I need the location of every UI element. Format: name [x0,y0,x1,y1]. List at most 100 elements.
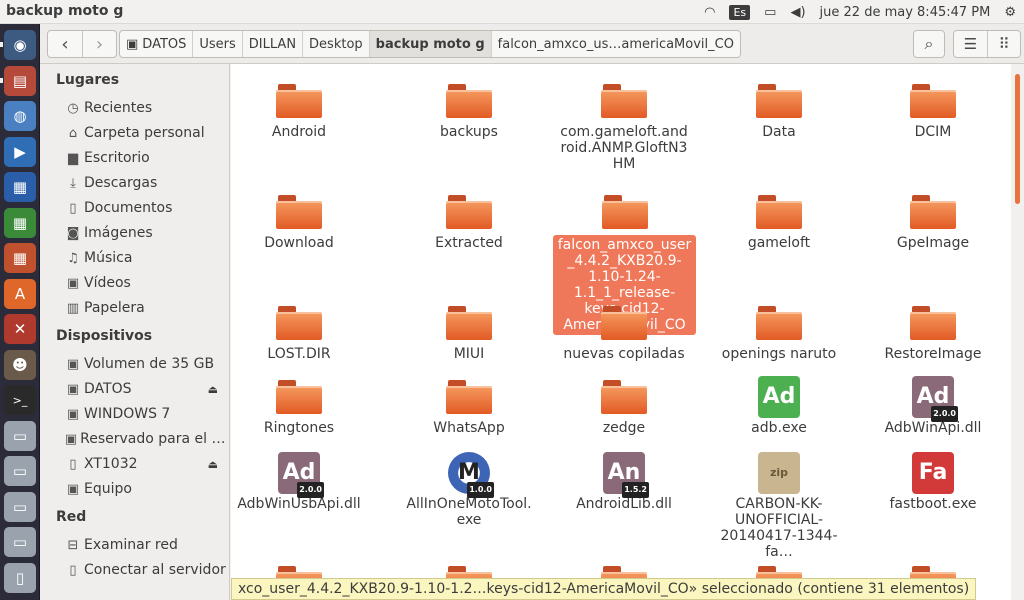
launcher-item-drive[interactable]: ▭ [4,420,36,451]
file-name: AdbWinApi.dll [884,420,982,436]
sidebar-item-label: Conectar al servidor [84,562,226,578]
sidebar-item[interactable]: ▣ Equipo [64,478,226,500]
sidebar-item-label: Equipo [84,481,132,497]
folder-item[interactable]: Ringtones [234,376,364,436]
keyboard-layout-indicator[interactable]: Es [729,4,751,20]
computer-icon: ▣ [66,481,80,497]
version-badge: 1.0.0 [467,482,494,498]
grid-view-button[interactable]: ⠿ [987,31,1020,57]
file-item[interactable]: zip CARBON-KK-UNOFFICIAL-20140417-1344-fa… [714,452,844,560]
eject-icon[interactable]: ⏏ [208,458,218,471]
file-item[interactable]: Fa fastboot.exe [868,452,998,512]
sidebar-item[interactable]: ▣ DATOS ⏏ [64,378,226,400]
version-badge: 1.5.2 [622,482,649,498]
file-name: com.gameloft.android.ANMP.GloftN3HM [560,124,688,172]
clock-icon: ◷ [67,100,79,116]
folder-item[interactable]: DCIM [868,80,998,140]
breadcrumb-item[interactable]: DILLAN [241,31,302,57]
sidebar-item[interactable]: ♫ Música [64,247,226,269]
file-item[interactable]: Ad 2.0.0 AdbWinApi.dll [868,376,998,436]
volume-icon[interactable]: ◀) [790,5,805,20]
search-button[interactable]: ⌕ [913,30,945,58]
launcher-item-calc[interactable]: ▦ [4,207,36,238]
sidebar-item[interactable]: ▣ Vídeos [64,272,226,294]
dll-icon-glyph: An 1.5.2 [603,452,649,498]
home-icon: ⌂ [68,125,78,141]
folder-item[interactable]: WhatsApp [404,376,534,436]
launcher-item-impress[interactable]: ▦ [4,243,36,273]
file-item[interactable]: M 1.0.0 AllInOneMotoTool.exe [404,452,534,528]
launcher-item-usb-drive[interactable]: ▯ [4,562,36,593]
folder-item[interactable]: nuevas copiladas [559,302,689,362]
breadcrumb-drive-icon-cell[interactable]: ▣ [120,31,140,57]
launcher-item-writer[interactable]: ▦ [4,172,36,202]
sidebar-item[interactable]: ▯ Documentos [64,197,226,219]
sidebar-item[interactable]: ▣ WINDOWS 7 [64,403,226,425]
eject-icon[interactable]: ⏏ [208,383,218,396]
folder-item[interactable]: Android [234,80,364,140]
file-item[interactable]: Ad 2.0.0 AdbWinUsbApi.dll [234,452,364,512]
launcher-item-drive[interactable]: ▭ [4,527,36,557]
folder-item[interactable]: com.gameloft.android.ANMP.GloftN3HM [559,80,689,172]
sidebar-item[interactable]: ◙ Imágenes [64,222,226,244]
launcher: ◉ ▤ ◍ ▶ ▦ ▦ ▦ A ✕ ☻ >_ ▭ ▭ ▭ ▭ ▯ [0,24,40,600]
sidebar-item[interactable]: ▯ Conectar al servidor [64,559,226,581]
launcher-item-drive[interactable]: ▭ [4,456,36,486]
breadcrumb-item[interactable]: Desktop [302,31,369,57]
launcher-item-terminal[interactable]: >_ [4,385,36,415]
file-name: Android [271,124,327,140]
folder-item[interactable]: MIUI [404,302,534,362]
calc-icon: ▦ [12,213,28,232]
folder-icon [446,80,492,120]
sidebar-item[interactable]: ⤓ Descargas [64,172,226,194]
folder-item[interactable]: RestoreImage [868,302,998,362]
folder-item[interactable]: backups [404,80,534,140]
launcher-item-gimp[interactable]: ☻ [4,349,36,380]
breadcrumb-item[interactable]: falcon_amxco_us…americaMovil_CO [490,31,740,57]
sidebar-item[interactable]: ▣ Volumen de 35 GB [64,353,226,375]
folder-icon [276,302,322,342]
wifi-icon[interactable]: ◠ [704,5,715,20]
folder-item[interactable]: Download [234,191,364,251]
file-item[interactable]: Ad adb.exe [714,376,844,436]
sidebar-item[interactable]: ▆ Escritorio [64,147,226,169]
breadcrumb-item[interactable]: backup moto g [368,31,491,57]
folder-item[interactable]: openings naruto [714,302,844,362]
sidebar-item[interactable]: ▥ Papelera [64,297,226,319]
file-item[interactable]: An 1.5.2 AndroidLib.dll [559,452,689,512]
folder-item[interactable]: zedge [559,376,689,436]
file-name: WhatsApp [433,420,505,436]
launcher-item-chromium[interactable]: ◍ [4,101,36,131]
launcher-item-settings[interactable]: ✕ [4,314,36,344]
launcher-item-ubuntu-dash[interactable]: ◉ [4,30,36,60]
sidebar-item[interactable]: ⌂ Carpeta personal [64,122,226,144]
file-name: nuevas copiladas [563,346,685,362]
folder-item[interactable]: GpeImage [868,191,998,251]
scrollbar-thumb[interactable] [1015,74,1020,204]
launcher-item-software-center[interactable]: A [4,278,36,309]
folder-item[interactable]: Extracted [404,191,534,251]
sidebar-item[interactable]: ◷ Recientes [64,97,226,119]
folder-item[interactable]: Data [714,80,844,140]
breadcrumb-item[interactable]: DATOS [140,31,192,57]
clock[interactable]: jue 22 de may 8:45:47 PM [820,5,991,20]
launcher-item-files[interactable]: ▤ [4,65,36,96]
menu-button[interactable]: ☰ [954,31,987,57]
sidebar-section-places: Lugares [56,72,120,88]
launcher-item-media-player[interactable]: ▶ [4,136,36,167]
phone-icon: ▯ [69,456,77,472]
folder-item[interactable]: LOST.DIR [234,302,364,362]
forward-button[interactable]: › [82,31,116,57]
folder-icon [756,80,802,120]
power-gear-icon[interactable]: ⚙ [1004,5,1016,20]
sidebar-item[interactable]: ▯ XT1032 ⏏ [64,453,226,475]
folder-item[interactable]: gameloft [714,191,844,251]
sidebar-item[interactable]: ▣Reservado para el sistema [64,428,226,450]
launcher-item-drive[interactable]: ▭ [4,491,36,522]
vertical-scrollbar[interactable] [1011,64,1024,600]
breadcrumb-item[interactable]: Users [192,31,241,57]
drive-icon: ▣ [66,406,80,422]
back-button[interactable]: ‹ [48,31,82,57]
battery-icon[interactable]: ▭ [764,5,776,20]
sidebar-item[interactable]: ⊟ Examinar red [64,534,226,556]
